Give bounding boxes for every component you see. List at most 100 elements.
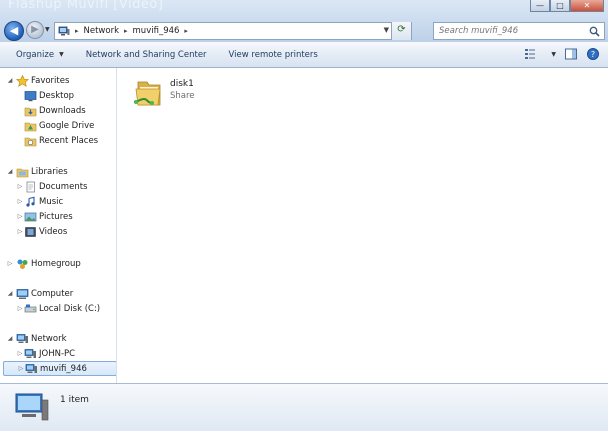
expand-icon[interactable]: ▷: [6, 260, 14, 267]
sidebar-item-network[interactable]: ◢ Network: [0, 331, 116, 346]
folder-name: disk1: [170, 79, 194, 89]
views-icon[interactable]: [524, 47, 538, 61]
folder-type: Share: [170, 91, 195, 101]
star-icon: [15, 74, 30, 87]
recent-places-icon: [24, 135, 37, 147]
sidebar-item-downloads[interactable]: Downloads: [0, 103, 116, 118]
videos-icon: [24, 226, 37, 238]
sidebar-item-label: JOHN-PC: [39, 348, 76, 359]
music-icon: [24, 196, 37, 208]
sidebar-item-google-drive[interactable]: Google Drive: [0, 118, 116, 133]
sidebar-item-label: Videos: [39, 226, 68, 237]
sidebar-item-label: Libraries: [31, 166, 68, 177]
details-pane: 1 item: [0, 383, 608, 431]
collapse-icon[interactable]: ◢: [6, 290, 14, 297]
breadcrumb-separator[interactable]: ▸: [184, 27, 188, 35]
breadcrumb-separator[interactable]: ▸: [75, 27, 79, 35]
sidebar-item-favorites[interactable]: ◢ Favorites: [0, 73, 116, 88]
breadcrumb-network[interactable]: Network: [84, 26, 120, 36]
sidebar-item-label: Music: [39, 196, 64, 207]
expand-icon[interactable]: ▷: [16, 213, 24, 220]
breadcrumb-muvifi[interactable]: muvifi_946: [133, 26, 180, 36]
file-list[interactable]: disk1 Share: [118, 68, 608, 383]
sidebar-item-desktop[interactable]: Desktop: [0, 88, 116, 103]
search-icon[interactable]: [589, 26, 600, 37]
organize-button[interactable]: Organize ▼: [16, 50, 64, 60]
navigation-pane: ◢ Favorites Desktop Downloads Google Dri…: [0, 68, 117, 383]
shared-folder-icon: [132, 78, 166, 110]
window-controls: — □ ✕: [530, 0, 604, 12]
sidebar-item-label: Network: [31, 333, 67, 344]
recent-pages-button[interactable]: ▼: [45, 26, 50, 33]
sidebar-item-libraries[interactable]: ◢ Libraries: [0, 164, 116, 179]
homegroup-icon: [16, 258, 29, 270]
sidebar-item-label: Local Disk (C:): [39, 303, 101, 314]
sidebar-item-muvifi[interactable]: ▷ muvifi_946: [3, 361, 116, 376]
search-input[interactable]: [439, 26, 589, 36]
expand-icon[interactable]: ▷: [16, 228, 24, 235]
sidebar-item-documents[interactable]: ▷ Documents: [0, 179, 116, 194]
back-button[interactable]: ◀: [4, 21, 24, 41]
network-icon: [58, 26, 70, 37]
network-icon: [16, 333, 29, 345]
expand-icon[interactable]: ▷: [17, 365, 25, 372]
libraries-icon: [16, 166, 29, 178]
expand-icon[interactable]: ▷: [16, 350, 24, 357]
refresh-button[interactable]: ⟳: [391, 22, 411, 40]
desktop-icon: [24, 90, 37, 102]
sidebar-item-label: Homegroup: [31, 258, 81, 269]
documents-icon: [24, 181, 37, 193]
sidebar-item-computer[interactable]: ◢ Computer: [0, 286, 116, 301]
view-remote-printers-button[interactable]: View remote printers: [229, 50, 318, 60]
address-bar[interactable]: ▸ Network ▸ muvifi_946 ▸ ▼ ⟳: [54, 22, 412, 40]
sidebar-item-label: Favorites: [31, 75, 70, 86]
sidebar-item-homegroup[interactable]: ▷ Homegroup: [0, 256, 116, 271]
expand-icon[interactable]: ▷: [16, 305, 24, 312]
collapse-icon[interactable]: ◢: [6, 77, 14, 84]
sidebar-item-label: Computer: [31, 288, 74, 299]
maximize-button[interactable]: □: [550, 0, 570, 12]
local-disk-icon: [24, 303, 37, 315]
help-icon[interactable]: ?: [586, 47, 600, 61]
sidebar-item-label: Desktop: [39, 90, 75, 101]
forward-arrow-icon: ▶: [31, 24, 39, 35]
organize-label: Organize: [16, 49, 55, 60]
list-item[interactable]: disk1 Share: [130, 76, 250, 116]
network-sharing-center-button[interactable]: Network and Sharing Center: [86, 50, 207, 60]
computer-icon: [14, 390, 50, 424]
item-count: 1 item: [60, 395, 89, 405]
computer-icon: [16, 288, 29, 300]
collapse-icon[interactable]: ◢: [6, 168, 14, 175]
views-dropdown-icon[interactable]: ▼: [551, 51, 556, 58]
window-title-bar: Flashup Muvifi [Video] — □ ✕ ◀ ▶ ▼ ▸ Net…: [0, 0, 608, 42]
breadcrumb-separator[interactable]: ▸: [124, 27, 128, 35]
sidebar-item-john-pc[interactable]: ▷ JOHN-PC: [0, 346, 116, 361]
computer-icon: [24, 348, 37, 360]
sidebar-item-music[interactable]: ▷ Music: [0, 194, 116, 209]
computer-icon: [25, 363, 38, 375]
forward-button[interactable]: ▶: [26, 21, 44, 39]
preview-pane-icon[interactable]: [564, 47, 578, 61]
sidebar-item-label: muvifi_946: [40, 363, 87, 374]
collapse-icon[interactable]: ◢: [6, 335, 14, 342]
svg-text:?: ?: [591, 50, 595, 59]
sidebar-item-videos[interactable]: ▷ Videos: [0, 224, 116, 239]
chevron-down-icon: ▼: [59, 51, 64, 58]
refresh-icon: ⟳: [397, 24, 406, 35]
sidebar-item-label: Downloads: [39, 105, 86, 116]
sidebar-item-label: Documents: [39, 181, 88, 192]
expand-icon[interactable]: ▷: [16, 198, 24, 205]
back-arrow-icon: ◀: [9, 24, 19, 37]
sidebar-item-local-disk[interactable]: ▷ Local Disk (C:): [0, 301, 116, 316]
expand-icon[interactable]: ▷: [16, 183, 24, 190]
close-button[interactable]: ✕: [570, 0, 604, 12]
search-box[interactable]: [433, 22, 605, 40]
command-bar: Organize ▼ Network and Sharing Center Vi…: [0, 42, 608, 68]
downloads-icon: [24, 105, 37, 117]
pictures-icon: [24, 211, 37, 223]
minimize-button[interactable]: —: [530, 0, 550, 12]
window-title: Flashup Muvifi [Video]: [8, 0, 164, 12]
sidebar-item-recent-places[interactable]: Recent Places: [0, 133, 116, 148]
sidebar-item-pictures[interactable]: ▷ Pictures: [0, 209, 116, 224]
address-history-dropdown[interactable]: ▼: [384, 26, 389, 34]
